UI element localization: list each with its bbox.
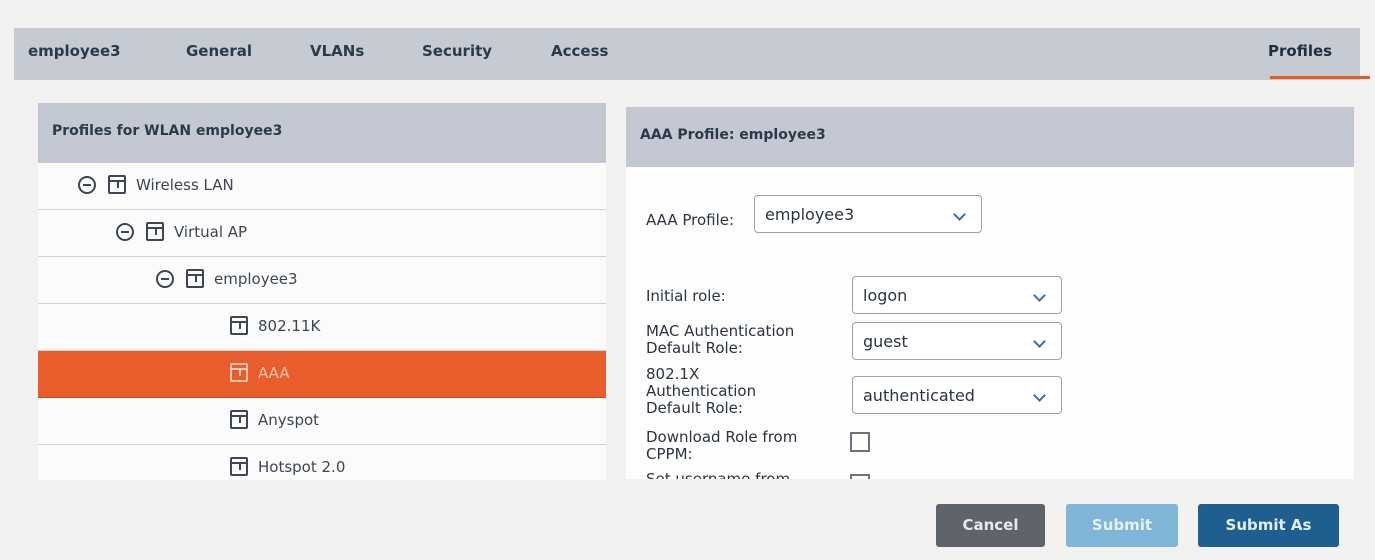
download-role-checkbox[interactable] bbox=[850, 432, 870, 452]
top-tab-bar: employee3 General VLANs Security Access … bbox=[14, 28, 1370, 80]
download-role-label-line2: CPPM: bbox=[646, 445, 693, 463]
tree-item-wireless-lan[interactable]: Wireless LAN bbox=[38, 163, 606, 210]
chevron-down-icon bbox=[1033, 335, 1046, 348]
aaa-profile-label: AAA Profile: bbox=[646, 211, 735, 229]
download-role-label-line1: Download Role from bbox=[646, 428, 798, 446]
chevron-down-icon bbox=[1033, 389, 1046, 402]
initial-role-select[interactable]: logon bbox=[852, 276, 1062, 314]
dot1x-role-value: authenticated bbox=[863, 386, 975, 405]
dot1x-label-line3: Default Role: bbox=[646, 399, 743, 417]
tab-security[interactable]: Security bbox=[422, 42, 492, 60]
tree-item-employee3[interactable]: employee3 bbox=[38, 257, 606, 304]
collapse-icon[interactable] bbox=[156, 269, 174, 288]
collapse-icon[interactable] bbox=[116, 222, 134, 241]
tree-item-label: Virtual AP bbox=[174, 222, 248, 241]
profiles-tree-header: Profiles for WLAN employee3 bbox=[38, 103, 606, 163]
tree-item-hotspot[interactable]: Hotspot 2.0 bbox=[38, 445, 606, 480]
profile-icon bbox=[146, 222, 164, 241]
tab-access[interactable]: Access bbox=[551, 42, 608, 60]
tree-item-label: 802.11K bbox=[258, 316, 321, 335]
set-username-label: Set username from bbox=[646, 470, 791, 479]
tree-item-label: AAA bbox=[258, 363, 290, 382]
aaa-profile-select[interactable]: employee3 bbox=[754, 195, 982, 233]
tree-item-802-11k[interactable]: 802.11K bbox=[38, 304, 606, 351]
aaa-profile-header: AAA Profile: employee3 bbox=[626, 107, 1354, 167]
profile-icon bbox=[186, 269, 204, 288]
tree-item-aaa[interactable]: AAA bbox=[38, 351, 606, 398]
tree-item-virtual-ap[interactable]: Virtual AP bbox=[38, 210, 606, 257]
tab-profiles[interactable]: Profiles bbox=[1268, 42, 1332, 60]
submit-as-button[interactable]: Submit As bbox=[1198, 504, 1339, 547]
profile-icon bbox=[230, 457, 248, 476]
tab-wlan-name[interactable]: employee3 bbox=[28, 42, 121, 60]
dot1x-label-line1: 802.1X bbox=[646, 365, 700, 383]
mac-auth-role-select[interactable]: guest bbox=[852, 322, 1062, 360]
dot1x-role-select[interactable]: authenticated bbox=[852, 376, 1062, 414]
profiles-tree-panel: Profiles for WLAN employee3 Wireless LAN… bbox=[38, 103, 606, 480]
tab-vlans[interactable]: VLANs bbox=[310, 42, 364, 60]
profile-icon bbox=[230, 316, 248, 335]
aaa-profile-panel: AAA Profile: employee3 AAA Profile: empl… bbox=[626, 107, 1354, 479]
cancel-button[interactable]: Cancel bbox=[936, 504, 1045, 547]
mac-auth-label-line2: Default Role: bbox=[646, 339, 743, 357]
aaa-profile-value: employee3 bbox=[765, 205, 855, 224]
chevron-down-icon bbox=[1033, 289, 1046, 302]
profile-icon bbox=[230, 410, 248, 429]
tree-item-label: Hotspot 2.0 bbox=[258, 457, 346, 476]
set-username-checkbox[interactable] bbox=[850, 474, 870, 479]
tree-item-label: Wireless LAN bbox=[136, 175, 234, 194]
profile-icon bbox=[230, 363, 248, 382]
tree-item-label: employee3 bbox=[214, 269, 298, 288]
active-tab-indicator bbox=[1270, 76, 1370, 79]
profile-icon bbox=[108, 175, 126, 194]
tree-item-anyspot[interactable]: Anyspot bbox=[38, 398, 606, 445]
submit-button[interactable]: Submit bbox=[1066, 504, 1178, 547]
collapse-icon[interactable] bbox=[78, 175, 96, 194]
initial-role-value: logon bbox=[863, 286, 908, 305]
mac-auth-role-value: guest bbox=[863, 332, 908, 351]
mac-auth-label-line1: MAC Authentication bbox=[646, 322, 795, 340]
tab-general[interactable]: General bbox=[186, 42, 252, 60]
chevron-down-icon bbox=[953, 208, 966, 221]
initial-role-label: Initial role: bbox=[646, 287, 726, 305]
dot1x-label-line2: Authentication bbox=[646, 382, 757, 400]
tree-item-label: Anyspot bbox=[258, 410, 320, 429]
